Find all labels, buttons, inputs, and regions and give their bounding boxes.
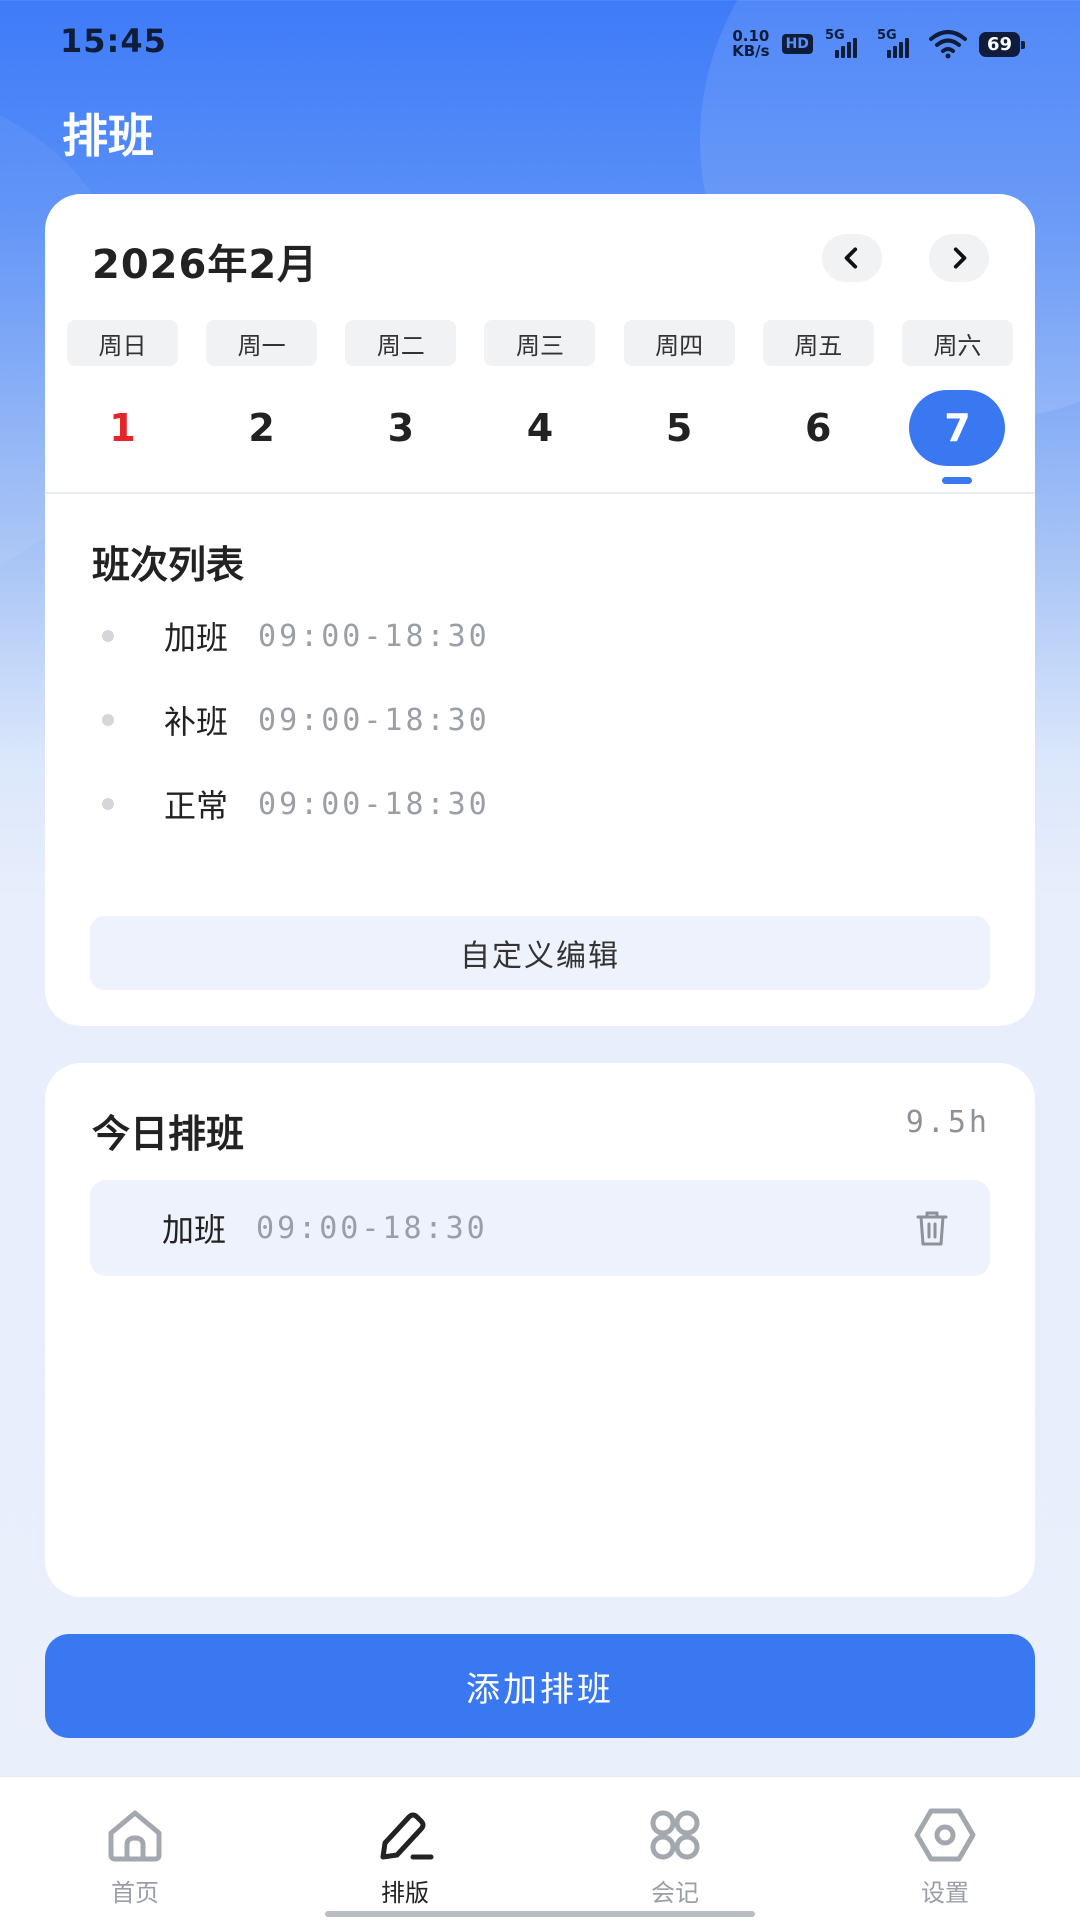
sim1-network-type: 5G: [824, 28, 845, 43]
date-cell[interactable]: 3: [345, 390, 456, 466]
shift-item[interactable]: 正常 09:00-18:30: [92, 762, 992, 846]
home-indicator[interactable]: [325, 1911, 755, 1917]
tab-label: 设置: [921, 1879, 969, 1907]
weekday-wed: 周三: [484, 320, 596, 366]
status-time: 15:45: [60, 22, 167, 60]
bullet-icon: [102, 714, 114, 726]
tab-home[interactable]: 首页: [0, 1777, 270, 1920]
weekday-mon: 周一: [206, 320, 318, 366]
date-cell[interactable]: 5: [624, 390, 735, 466]
date-label: 1: [109, 406, 136, 450]
signal-icon-sim1: 5G: [824, 28, 865, 58]
shift-item[interactable]: 补班 09:00-18:30: [92, 678, 992, 762]
status-icons: 0.10 KB/s HD 5G 5G 69: [732, 24, 1026, 64]
weekday-tue: 周二: [345, 320, 457, 366]
shift-list-title: 班次列表: [92, 543, 245, 587]
settings-icon: [914, 1808, 976, 1862]
weekday-sat: 周六: [901, 320, 1013, 366]
date-cell[interactable]: 6: [763, 390, 874, 466]
selected-date-indicator: [941, 477, 972, 484]
shift-name: 加班: [162, 1211, 227, 1249]
tab-label: 首页: [111, 1879, 159, 1907]
page-title: 排班: [62, 109, 154, 163]
date-cell[interactable]: 2: [206, 390, 317, 466]
tab-meeting[interactable]: 会记: [540, 1777, 810, 1920]
today-total-hours: 9.5h: [905, 1105, 990, 1140]
prev-month-button[interactable]: [822, 234, 882, 282]
apps-icon: [650, 1810, 700, 1860]
network-speed: 0.10 KB/s: [732, 29, 769, 59]
chevron-right-icon: [953, 247, 967, 269]
shift-item[interactable]: 加班 09:00-18:30: [92, 594, 992, 678]
shift-name: 正常: [164, 787, 229, 825]
trash-icon[interactable]: [912, 1208, 952, 1248]
network-speed-unit: KB/s: [732, 42, 770, 60]
weekday-fri: 周五: [762, 320, 874, 366]
date-cell[interactable]: 1: [67, 390, 178, 466]
tab-label: 排版: [381, 1879, 429, 1907]
shift-name: 补班: [164, 703, 229, 741]
calendar-card: 2026年2月 周日 周一 周二 周三 周四 周五 周六 1 2 3 4 5 6…: [45, 194, 1035, 1026]
bullet-icon: [102, 630, 114, 642]
date-label: 2: [248, 406, 275, 450]
divider: [45, 492, 1035, 494]
date-label: 3: [387, 406, 415, 450]
date-label: 4: [526, 406, 554, 450]
weekday-thu: 周四: [623, 320, 735, 366]
tab-label: 会记: [651, 1879, 699, 1907]
bullet-icon: [102, 798, 114, 810]
date-row: 1 2 3 4 5 6 7: [67, 390, 1013, 484]
bottom-tab-bar: 首页 排版 会记 设置: [0, 1776, 1080, 1920]
date-label: 7: [909, 390, 1006, 466]
today-shift-item[interactable]: 加班 09:00-18:30: [90, 1180, 990, 1276]
status-bar: 15:45 0.10 KB/s HD 5G 5G 69: [0, 0, 1080, 84]
weekday-sun: 周日: [67, 320, 178, 366]
chevron-left-icon: [844, 247, 858, 269]
home-icon: [108, 1810, 162, 1862]
shift-time: 09:00-18:30: [256, 1210, 488, 1246]
tab-schedule[interactable]: 排版: [270, 1777, 540, 1920]
date-label: 5: [665, 406, 693, 450]
today-schedule-card: 今日排班 9.5h 加班 09:00-18:30: [45, 1063, 1035, 1597]
edit-icon: [380, 1812, 434, 1860]
signal-icon-sim2: 5G: [876, 28, 917, 58]
custom-edit-button[interactable]: 自定义编辑: [90, 916, 990, 990]
add-schedule-button[interactable]: 添加排班: [45, 1634, 1035, 1738]
shift-time: 09:00-18:30: [258, 702, 490, 738]
battery-icon: 69: [978, 31, 1026, 57]
hd-icon: HD: [781, 34, 813, 54]
date-cell[interactable]: 4: [484, 390, 595, 466]
shift-name: 加班: [164, 619, 229, 657]
date-label: 6: [805, 406, 832, 450]
sim2-network-type: 5G: [876, 28, 897, 43]
shift-list: 加班 09:00-18:30 补班 09:00-18:30 正常 09:00-1…: [92, 594, 992, 846]
date-cell-selected[interactable]: 7: [902, 390, 1013, 484]
month-title: 2026年2月: [92, 242, 319, 288]
next-month-button[interactable]: [929, 234, 989, 282]
tab-settings[interactable]: 设置: [810, 1777, 1080, 1920]
today-schedule-title: 今日排班: [92, 1112, 245, 1156]
wifi-icon: [928, 30, 967, 59]
weekday-header: 周日 周一 周二 周三 周四 周五 周六: [67, 320, 1013, 366]
shift-time: 09:00-18:30: [258, 618, 490, 654]
shift-time: 09:00-18:30: [258, 786, 490, 822]
